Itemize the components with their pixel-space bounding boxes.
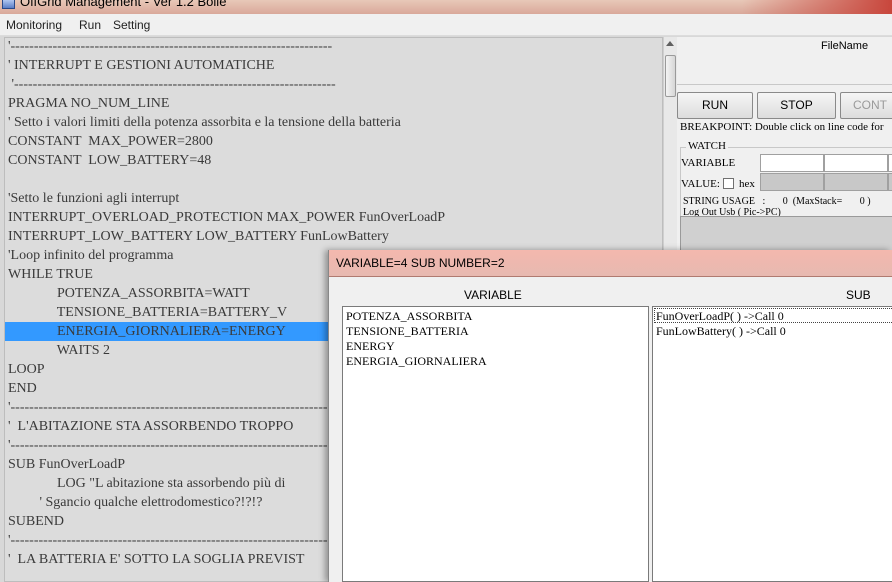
filename-box: FileName <box>677 37 892 85</box>
watch-variable-field-3[interactable] <box>888 154 892 172</box>
watch-title: WATCH <box>686 140 728 152</box>
watch-variable-label: VARIABLE <box>681 157 736 169</box>
variables-dialog: VARIABLE=4 SUB NUMBER=2 VARIABLE SUB POT… <box>328 250 892 582</box>
app-icon <box>2 0 15 9</box>
code-line[interactable]: '---------------------------------------… <box>5 38 662 56</box>
code-line[interactable]: CONSTANT LOW_BATTERY=48 <box>5 151 662 170</box>
watch-value-field-1 <box>760 173 824 191</box>
code-line[interactable]: '---------------------------------------… <box>5 75 662 94</box>
code-line[interactable]: 'Setto le funzioni agli interrupt <box>5 189 662 208</box>
variable-list-item[interactable]: POTENZA_ASSORBITA <box>346 309 472 324</box>
scrollbar-thumb[interactable] <box>665 55 676 97</box>
window-title: OffGrid Management - Ver 1.2 Bolle <box>20 0 227 9</box>
menu-bar: Monitoring Run Setting <box>0 14 892 36</box>
title-bar-accent <box>742 0 892 14</box>
run-button[interactable]: RUN <box>677 92 753 119</box>
breakpoint-hint: BREAKPOINT: Double click on line code fo… <box>680 121 884 133</box>
variable-list-item[interactable]: TENSIONE_BATTERIA <box>346 324 469 339</box>
menu-run[interactable]: Run <box>79 18 101 32</box>
sub-column-header: SUB <box>846 288 871 302</box>
scroll-up-arrow-icon[interactable] <box>666 41 674 46</box>
watch-group: WATCH VARIABLE VALUE: hex STRING USAGE :… <box>680 140 892 218</box>
code-line[interactable]: ' Setto i valori limiti della potenza as… <box>5 113 662 132</box>
dialog-title: VARIABLE=4 SUB NUMBER=2 <box>329 250 892 277</box>
code-line[interactable]: ' INTERRUPT E GESTIONI AUTOMATICHE <box>5 56 662 75</box>
string-usage-text: STRING USAGE : 0 (MaxStack= 0 ) <box>683 196 871 207</box>
variable-column-header: VARIABLE <box>464 288 522 302</box>
stop-button[interactable]: STOP <box>757 92 836 119</box>
code-line[interactable] <box>5 170 662 189</box>
watch-value-field-3 <box>888 173 892 191</box>
code-line[interactable]: INTERRUPT_OVERLOAD_PROTECTION MAX_POWER … <box>5 208 662 227</box>
watch-value-label: VALUE: <box>681 178 720 190</box>
watch-variable-field-2[interactable] <box>824 154 888 172</box>
title-bar: OffGrid Management - Ver 1.2 Bolle <box>0 0 892 14</box>
code-line[interactable]: INTERRUPT_LOW_BATTERY LOW_BATTERY FunLow… <box>5 227 662 246</box>
variable-list-item[interactable]: ENERGY <box>346 339 395 354</box>
sub-list[interactable]: FunOverLoadP( ) ->Call 0 FunLowBattery( … <box>652 306 892 582</box>
watch-value-field-2 <box>824 173 888 191</box>
variable-list-item[interactable]: ENERGIA_GIORNALIERA <box>346 354 487 369</box>
menu-setting[interactable]: Setting <box>113 18 150 32</box>
variable-list[interactable]: POTENZA_ASSORBITA TENSIONE_BATTERIA ENER… <box>342 306 649 582</box>
code-line[interactable]: CONSTANT MAX_POWER=2800 <box>5 132 662 151</box>
sub-list-item[interactable]: FunLowBattery( ) ->Call 0 <box>656 324 786 339</box>
hex-checkbox[interactable] <box>723 178 734 189</box>
cont-button[interactable]: CONT <box>840 92 892 119</box>
watch-variable-field-1[interactable] <box>760 154 824 172</box>
menu-monitoring[interactable]: Monitoring <box>6 18 62 32</box>
code-line[interactable]: PRAGMA NO_NUM_LINE <box>5 94 662 113</box>
filename-label: FileName <box>821 40 869 52</box>
sub-list-item-selected[interactable]: FunOverLoadP( ) ->Call 0 <box>654 308 892 323</box>
hex-label: hex <box>739 178 755 190</box>
